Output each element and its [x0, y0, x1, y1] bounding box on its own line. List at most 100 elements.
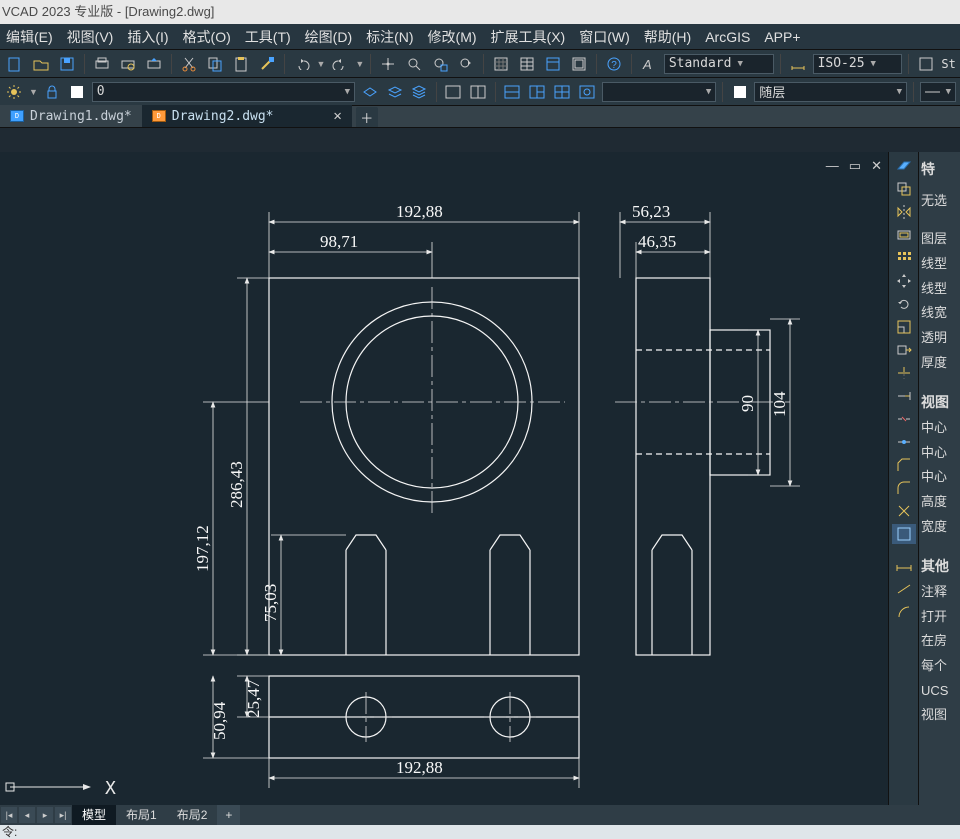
- command-line[interactable]: 令:: [0, 825, 960, 839]
- grid-icon[interactable]: [490, 53, 512, 75]
- tablestyle-icon[interactable]: [915, 53, 937, 75]
- text-style-combo[interactable]: Standard ▼: [664, 54, 774, 74]
- props-item[interactable]: 线型: [921, 277, 958, 302]
- help-icon[interactable]: ?: [603, 53, 625, 75]
- props-item[interactable]: 打开: [921, 605, 958, 630]
- stretch-icon[interactable]: [892, 340, 916, 360]
- extend-icon[interactable]: [892, 386, 916, 406]
- undo-dropdown-icon[interactable]: ▼: [316, 59, 325, 69]
- new-icon[interactable]: [4, 53, 26, 75]
- document-tab-active[interactable]: D Drawing2.dwg* ✕: [142, 105, 352, 127]
- props-item[interactable]: 线宽: [921, 301, 958, 326]
- vp-4-icon[interactable]: [552, 81, 573, 103]
- mirror-icon[interactable]: [892, 202, 916, 222]
- lineweight-combo[interactable]: ▼: [920, 82, 956, 102]
- layout-nav-last-icon[interactable]: ▸|: [55, 807, 71, 823]
- props-item[interactable]: 高度: [921, 490, 958, 515]
- offset-icon[interactable]: [892, 225, 916, 245]
- layout-nav-prev-icon[interactable]: ◂: [19, 807, 35, 823]
- copy-icon[interactable]: [204, 53, 226, 75]
- menu-arcgis[interactable]: ArcGIS: [705, 29, 750, 45]
- layer-lock-icon[interactable]: [42, 81, 63, 103]
- menu-tools[interactable]: 工具(T): [245, 27, 291, 47]
- menu-window[interactable]: 窗口(W): [579, 27, 630, 47]
- vp-split-icon[interactable]: [468, 81, 489, 103]
- move-icon[interactable]: [892, 271, 916, 291]
- props-item[interactable]: 图层: [921, 227, 958, 252]
- break-icon[interactable]: [892, 409, 916, 429]
- layout-tab-1[interactable]: 布局1: [116, 805, 167, 825]
- join-icon[interactable]: [892, 432, 916, 452]
- chamfer-icon[interactable]: [892, 455, 916, 475]
- layout-tab-2[interactable]: 布局2: [167, 805, 218, 825]
- menu-format[interactable]: 格式(O): [183, 27, 231, 47]
- menu-draw[interactable]: 绘图(D): [305, 27, 352, 47]
- fillet-icon[interactable]: [892, 478, 916, 498]
- props-item[interactable]: 中心: [921, 465, 958, 490]
- dim-arc-icon[interactable]: [892, 602, 916, 622]
- vp-3-icon[interactable]: [527, 81, 548, 103]
- menu-insert[interactable]: 插入(I): [127, 27, 168, 47]
- undo-icon[interactable]: [291, 53, 313, 75]
- explode-icon[interactable]: [892, 501, 916, 521]
- table-icon[interactable]: [516, 53, 538, 75]
- textstyle-icon[interactable]: A: [638, 53, 660, 75]
- menu-appplus[interactable]: APP+: [764, 29, 800, 45]
- vp-2h-icon[interactable]: [502, 81, 523, 103]
- dim-style-combo[interactable]: ISO-25 ▼: [813, 54, 903, 74]
- menu-dim[interactable]: 标注(N): [366, 27, 413, 47]
- style-st-label[interactable]: St: [941, 57, 955, 71]
- menu-help[interactable]: 帮助(H): [644, 27, 691, 47]
- redo-dropdown-icon[interactable]: ▼: [355, 59, 364, 69]
- layer-color-icon[interactable]: [67, 81, 88, 103]
- props-item[interactable]: 宽度: [921, 515, 958, 540]
- layout-nav-next-icon[interactable]: ▸: [37, 807, 53, 823]
- zoom-rt-icon[interactable]: [403, 53, 425, 75]
- print-icon[interactable]: [91, 53, 113, 75]
- tab-close-icon[interactable]: ✕: [333, 108, 341, 124]
- sheet-icon[interactable]: [568, 53, 590, 75]
- color-combo[interactable]: 随层 ▼: [754, 82, 907, 102]
- props-item[interactable]: 中心: [921, 416, 958, 441]
- document-tab[interactable]: D Drawing1.dwg*: [0, 105, 142, 127]
- zoom-prev-icon[interactable]: [455, 53, 477, 75]
- layout-nav-first-icon[interactable]: |◂: [1, 807, 17, 823]
- props-item[interactable]: 透明: [921, 326, 958, 351]
- new-tab-button[interactable]: ＋: [356, 107, 378, 127]
- vp-single-icon[interactable]: [443, 81, 464, 103]
- layer-tool-1-icon[interactable]: [359, 81, 380, 103]
- save-icon[interactable]: [56, 53, 78, 75]
- menu-edit[interactable]: 编辑(E): [6, 27, 53, 47]
- bylayer-color-icon[interactable]: [729, 81, 750, 103]
- layer-sun-icon[interactable]: [4, 81, 25, 103]
- props-item[interactable]: 视图: [921, 703, 958, 728]
- layer-combo[interactable]: 0 ▼: [92, 82, 355, 102]
- array-icon[interactable]: [892, 248, 916, 268]
- dimstyle-icon[interactable]: [787, 53, 809, 75]
- layer-sun-dropdown-icon[interactable]: ▼: [29, 87, 38, 97]
- props-item[interactable]: 每个: [921, 654, 958, 679]
- menu-view[interactable]: 视图(V): [67, 27, 114, 47]
- props-icon[interactable]: [542, 53, 564, 75]
- trim-icon[interactable]: [892, 363, 916, 383]
- rotate-icon[interactable]: [892, 294, 916, 314]
- selected-tool-icon[interactable]: [892, 524, 916, 544]
- publish-icon[interactable]: [143, 53, 165, 75]
- zoom-win-icon[interactable]: [429, 53, 451, 75]
- open-icon[interactable]: [30, 53, 52, 75]
- pan-icon[interactable]: [377, 53, 399, 75]
- scale-icon[interactable]: [892, 317, 916, 337]
- eraser-icon[interactable]: [892, 156, 916, 176]
- vp-scale-combo[interactable]: ▼: [602, 82, 717, 102]
- print-preview-icon[interactable]: [117, 53, 139, 75]
- props-item[interactable]: 中心: [921, 441, 958, 466]
- layout-tab-add[interactable]: +: [217, 805, 240, 825]
- props-item[interactable]: 厚度: [921, 351, 958, 376]
- redo-icon[interactable]: [329, 53, 351, 75]
- menu-ext[interactable]: 扩展工具(X): [491, 27, 566, 47]
- props-item[interactable]: 在房: [921, 629, 958, 654]
- layer-tool-3-icon[interactable]: [409, 81, 430, 103]
- layout-tab-model[interactable]: 模型: [72, 805, 116, 825]
- vp-poly-icon[interactable]: [577, 81, 598, 103]
- layer-tool-2-icon[interactable]: [384, 81, 405, 103]
